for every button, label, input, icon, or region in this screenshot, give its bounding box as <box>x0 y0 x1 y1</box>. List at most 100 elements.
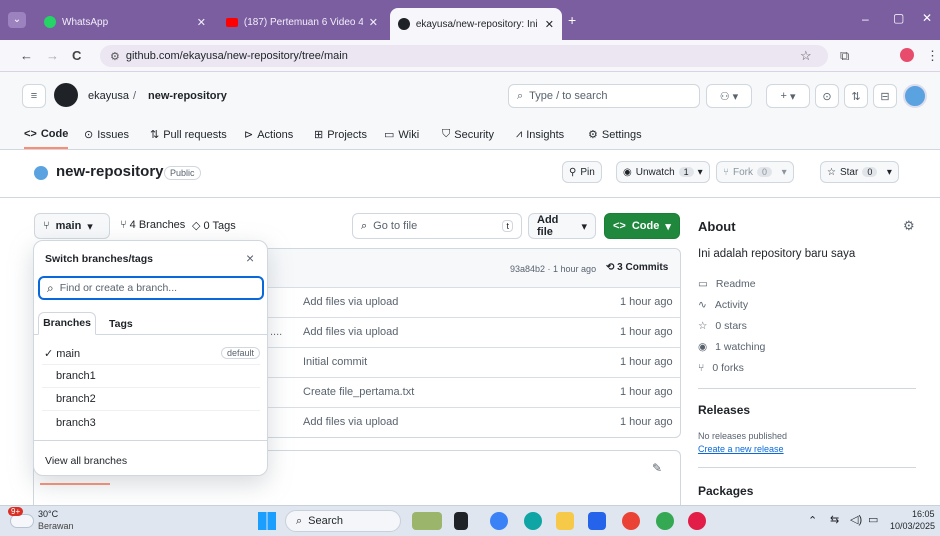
chrome-icon[interactable] <box>622 512 640 530</box>
stars-link[interactable]: ☆ 0 stars <box>698 320 747 332</box>
volume-icon[interactable]: ◁) <box>850 513 862 526</box>
commit-message[interactable]: Add files via upload <box>303 326 398 338</box>
menu-icon[interactable]: ⋮ <box>926 48 939 64</box>
commit-hash[interactable]: 93a84b2 · 1 hour ago <box>510 264 596 274</box>
weather-cloud-icon[interactable] <box>10 514 34 528</box>
add-file-button[interactable]: Add file ▾ <box>528 213 596 239</box>
watching-link[interactable]: ◉ 1 watching <box>698 341 765 353</box>
copilot-button[interactable]: ⚇ ▾ <box>706 84 752 108</box>
back-arrow-icon[interactable]: ← <box>20 48 33 63</box>
code-button[interactable]: <> Code ▾ <box>604 213 680 239</box>
tags-link[interactable]: ◇ 0 Tags <box>192 219 236 232</box>
hamburger-menu-icon[interactable]: ≡ <box>22 84 46 108</box>
github-logo[interactable] <box>54 83 78 107</box>
tab-close-icon[interactable]: ✕ <box>369 16 378 29</box>
search-input[interactable]: ⌕ Type / to search <box>508 84 700 108</box>
user-avatar[interactable] <box>903 84 927 108</box>
tab-whatsapp[interactable]: WhatsApp ✕ <box>36 7 214 37</box>
site-info-icon[interactable]: ⚙ <box>110 50 120 63</box>
commit-message[interactable]: Initial commit <box>303 356 367 368</box>
branch-item-branch2[interactable]: branch2 <box>42 388 260 411</box>
windows-start-icon[interactable] <box>258 512 276 530</box>
readme-tab-underline <box>40 483 110 485</box>
inbox-icon-button[interactable]: ⊟ <box>873 84 897 108</box>
office-icon[interactable] <box>688 512 706 530</box>
branch-item-branch1[interactable]: branch1 <box>42 365 260 388</box>
battery-icon[interactable]: ▭ <box>868 513 878 526</box>
tray-overflow-chevron-icon[interactable]: ⌃ <box>808 514 817 527</box>
branches-link[interactable]: ⑂ 4 Branches <box>120 219 185 231</box>
tab-github[interactable]: ekayusa/new-repository: Ini ad ✕ <box>390 8 562 40</box>
about-settings-gear-icon[interactable]: ⚙ <box>903 218 915 234</box>
extensions-icon[interactable]: ⧉ <box>840 48 849 64</box>
releases-title[interactable]: Releases <box>698 403 750 417</box>
fork-button[interactable]: ⑂ Fork 0 ▾ <box>716 161 794 183</box>
readme-link[interactable]: ▭ Readme <box>698 278 756 290</box>
tab-wiki[interactable]: ▭ Wiki <box>384 128 419 142</box>
tab-actions[interactable]: ⊳ Actions <box>244 128 293 142</box>
pull-requests-icon-button[interactable]: ⇅ <box>844 84 868 108</box>
url-field[interactable]: ⚙ github.com/ekayusa/new-repository/tree… <box>100 45 828 67</box>
widget-icon[interactable] <box>412 512 442 530</box>
tab-projects[interactable]: ⊞ Projects <box>314 128 367 142</box>
owner-link[interactable]: ekayusa <box>88 90 129 102</box>
clock-date[interactable]: 10/03/2025 <box>890 521 935 531</box>
window-close-button[interactable]: ✕ <box>922 11 932 25</box>
store-icon[interactable] <box>588 512 606 530</box>
create-new-button[interactable]: + ▾ <box>766 84 810 108</box>
go-to-file-input[interactable]: ⌕ Go to file t <box>352 213 522 239</box>
commit-message[interactable]: Add files via upload <box>303 296 398 308</box>
branch-item-main[interactable]: ✓ main default <box>42 342 260 365</box>
forward-arrow-icon[interactable]: → <box>46 48 59 63</box>
repo-avatar <box>34 166 48 180</box>
clock-time[interactable]: 16:05 <box>912 509 935 519</box>
copilot-icon[interactable] <box>490 512 508 530</box>
tab-insights[interactable]: ⩘ Insights <box>516 128 564 141</box>
tab-code[interactable]: <> Code <box>24 128 69 149</box>
view-all-branches-link[interactable]: View all branches <box>45 455 127 467</box>
file-explorer-icon[interactable] <box>556 512 574 530</box>
weather-temp[interactable]: 30°C <box>38 509 58 519</box>
tab-security[interactable]: ⛉ Security <box>442 128 494 141</box>
tab-close-icon[interactable]: ✕ <box>197 16 206 29</box>
tab-close-icon[interactable]: ✕ <box>545 18 554 31</box>
tab-issues[interactable]: ⊙ Issues <box>84 128 129 142</box>
bookmark-star-icon[interactable]: ☆ <box>800 48 812 64</box>
repo-link[interactable]: new-repository <box>148 90 227 102</box>
reload-icon[interactable]: C <box>72 48 81 63</box>
edit-pencil-icon[interactable]: ✎ <box>652 461 662 475</box>
network-icon[interactable]: ⇆ <box>830 513 839 526</box>
dropdown-close-icon[interactable]: × <box>246 250 254 266</box>
tab-list-chevron-icon[interactable]: ⌄ <box>8 12 26 28</box>
branch-item-branch3[interactable]: branch3 <box>42 411 260 434</box>
packages-title[interactable]: Packages <box>698 484 753 498</box>
pin-button[interactable]: ⚲ Pin <box>562 161 602 183</box>
goto-shortcut-key: t <box>502 220 513 232</box>
forks-link[interactable]: ⑂ 0 forks <box>698 362 744 374</box>
star-button[interactable]: ☆ Star 0 ▾ <box>820 161 899 183</box>
commit-time: 1 hour ago <box>620 296 673 308</box>
window-minimize-button[interactable]: – <box>862 12 869 26</box>
commits-link[interactable]: ⟲ 3 Commits <box>606 262 668 273</box>
commit-message[interactable]: Add files via upload <box>303 416 398 428</box>
tab-youtube[interactable]: (187) Pertemuan 6 Video 49 - Y ✕ <box>218 7 386 37</box>
task-view-icon[interactable] <box>454 512 468 530</box>
new-tab-button[interactable]: + <box>568 12 576 28</box>
activity-link[interactable]: ∿ Activity <box>698 299 748 311</box>
profile-avatar-icon[interactable] <box>900 48 914 62</box>
window-maximize-button[interactable]: ▢ <box>893 11 904 25</box>
chrome-profile-icon[interactable] <box>656 512 674 530</box>
branch-filter-input[interactable]: ⌕ Find or create a branch... <box>38 276 264 300</box>
create-release-link[interactable]: Create a new release <box>698 444 784 454</box>
tab-pull-requests[interactable]: ⇅ Pull requests <box>150 128 227 142</box>
unwatch-button[interactable]: ◉ Unwatch 1 ▾ <box>616 161 710 183</box>
tab-tags[interactable]: Tags <box>109 318 133 330</box>
repo-title[interactable]: new-repository <box>56 163 164 180</box>
tab-branches[interactable]: Branches <box>38 312 96 335</box>
taskbar-search-box[interactable]: ⌕ Search <box>285 510 401 532</box>
issues-icon-button[interactable]: ⊙ <box>815 84 839 108</box>
tab-settings[interactable]: ⚙ Settings <box>588 128 642 142</box>
branch-selector-button[interactable]: ⑂ main ▾ <box>34 213 110 239</box>
edge-browser-icon[interactable] <box>524 512 542 530</box>
commit-message[interactable]: Create file_pertama.txt <box>303 386 414 398</box>
